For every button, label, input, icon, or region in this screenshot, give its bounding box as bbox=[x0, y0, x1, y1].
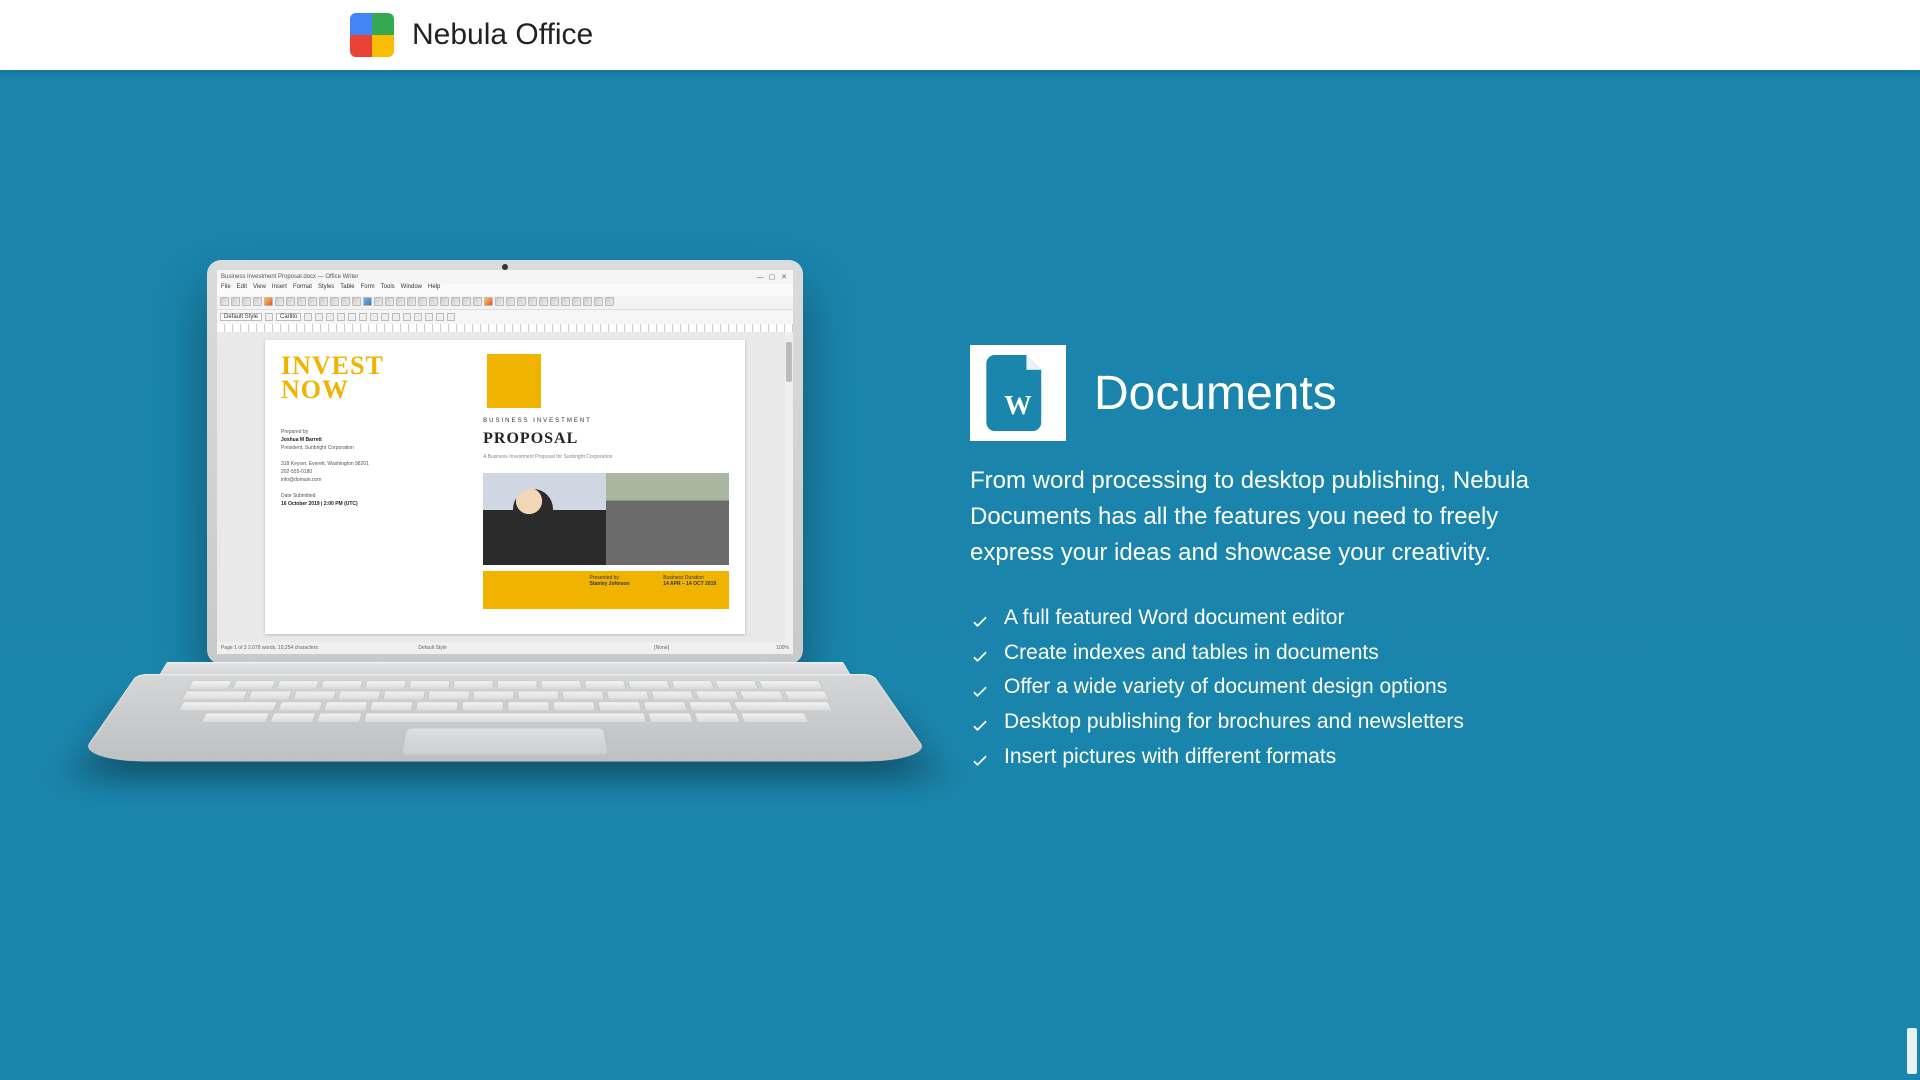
hero-section: Business Investment Proposal.docx — Offi… bbox=[0, 70, 1920, 1080]
maximize-icon[interactable]: ▢ bbox=[767, 273, 777, 281]
app-title: Business Investment Proposal.docx — Offi… bbox=[221, 274, 359, 280]
doc-yellow-footer: Presented by Stanley Johnson Business Du… bbox=[483, 571, 729, 609]
app-toolbar-2[interactable]: Default Style Carlito bbox=[217, 310, 793, 324]
doc-subhead-big: PROPOSAL bbox=[483, 430, 729, 448]
menu-item[interactable]: Insert bbox=[272, 284, 287, 296]
menu-item[interactable]: Tools bbox=[381, 284, 395, 296]
menu-item[interactable]: View bbox=[253, 284, 266, 296]
feature-text: A full featured Word document editor bbox=[1004, 601, 1344, 636]
menu-item[interactable]: Help bbox=[428, 284, 440, 296]
documents-app-icon: W bbox=[970, 345, 1066, 441]
app-titlebar: Business Investment Proposal.docx — Offi… bbox=[217, 270, 793, 284]
menu-item[interactable]: Styles bbox=[318, 284, 334, 296]
feature-text: Create indexes and tables in documents bbox=[1004, 636, 1379, 671]
minimize-icon[interactable]: — bbox=[755, 274, 765, 281]
site-header: Nebula Office bbox=[0, 0, 1920, 70]
feature-column: W Documents From word processing to desk… bbox=[900, 170, 1560, 1080]
feature-item: A full featured Word document editor bbox=[970, 601, 1560, 636]
menu-item[interactable]: Window bbox=[401, 284, 422, 296]
laptop-screen-bezel: Business Investment Proposal.docx — Offi… bbox=[207, 260, 803, 664]
yellow-square-icon bbox=[487, 354, 541, 408]
app-menubar[interactable]: File Edit View Insert Format Styles Tabl… bbox=[217, 284, 793, 296]
laptop-trackpad bbox=[401, 728, 608, 755]
check-icon bbox=[970, 643, 990, 663]
laptop-keyboard bbox=[76, 674, 933, 761]
doc-meta: Prepared by Joshua M Barrett President, … bbox=[281, 428, 469, 508]
photo-placeholder bbox=[483, 473, 606, 565]
document-canvas[interactable]: INVEST NOW Prepared by Joshua M Barrett … bbox=[217, 332, 793, 642]
check-icon bbox=[970, 608, 990, 628]
feature-item: Offer a wide variety of document design … bbox=[970, 670, 1560, 705]
feature-item: Insert pictures with different formats bbox=[970, 740, 1560, 775]
laptop-mockup: Business Investment Proposal.docx — Offi… bbox=[110, 170, 900, 1080]
feature-list: A full featured Word document editor Cre… bbox=[970, 601, 1560, 774]
feature-item: Create indexes and tables in documents bbox=[970, 636, 1560, 671]
ruler bbox=[217, 324, 793, 332]
photo-placeholder bbox=[606, 473, 729, 565]
app-window: Business Investment Proposal.docx — Offi… bbox=[217, 270, 793, 654]
doc-photo-row bbox=[483, 473, 729, 565]
app-statusbar: Page 1 of 3 2,078 words, 10,254 characte… bbox=[217, 642, 793, 654]
section-title: Documents bbox=[1094, 366, 1337, 421]
camera-icon bbox=[502, 264, 508, 270]
window-controls[interactable]: — ▢ ✕ bbox=[755, 273, 789, 281]
status-right: 100% bbox=[776, 645, 789, 651]
status-mid: [None] bbox=[547, 645, 776, 651]
check-icon bbox=[970, 747, 990, 767]
doc-headline: INVEST NOW bbox=[281, 354, 469, 402]
font-selector[interactable]: Carlito bbox=[276, 313, 301, 321]
status-mid-left: Default Style bbox=[318, 645, 547, 651]
svg-text:W: W bbox=[1004, 390, 1032, 420]
menu-item[interactable]: Table bbox=[340, 284, 354, 296]
check-icon bbox=[970, 712, 990, 732]
doc-subhead: BUSINESS INVESTMENT bbox=[483, 418, 729, 424]
brand-name: Nebula Office bbox=[412, 18, 593, 52]
document-page: INVEST NOW Prepared by Joshua M Barrett … bbox=[265, 340, 745, 634]
style-selector[interactable]: Default Style bbox=[220, 313, 262, 321]
menu-item[interactable]: Edit bbox=[237, 284, 247, 296]
app-toolbar-1[interactable] bbox=[217, 296, 793, 310]
feature-item: Desktop publishing for brochures and new… bbox=[970, 705, 1560, 740]
menu-item[interactable]: Format bbox=[293, 284, 312, 296]
doc-subhead-desc: A Business Investment Proposal for Sunbr… bbox=[483, 454, 729, 461]
feature-text: Offer a wide variety of document design … bbox=[1004, 670, 1447, 705]
menu-item[interactable]: File bbox=[221, 284, 231, 296]
close-icon[interactable]: ✕ bbox=[779, 273, 789, 281]
menu-item[interactable]: Form bbox=[361, 284, 375, 296]
feature-text: Desktop publishing for brochures and new… bbox=[1004, 705, 1464, 740]
brand-logo-icon bbox=[350, 13, 394, 57]
status-left: Page 1 of 3 2,078 words, 10,254 characte… bbox=[221, 645, 318, 651]
page-scrollbar[interactable] bbox=[1904, 70, 1920, 1080]
section-lead: From word processing to desktop publishi… bbox=[970, 463, 1560, 571]
scrollbar[interactable] bbox=[785, 332, 793, 642]
feature-text: Insert pictures with different formats bbox=[1004, 740, 1336, 775]
check-icon bbox=[970, 678, 990, 698]
